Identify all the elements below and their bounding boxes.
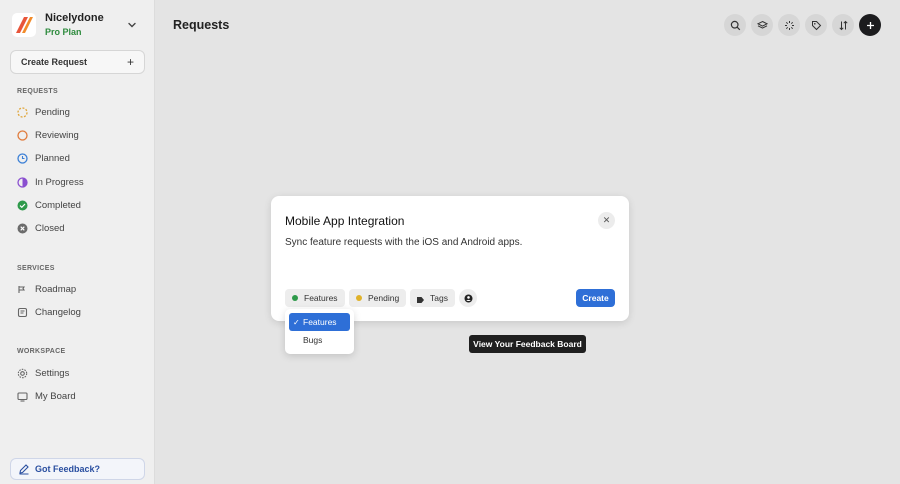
workspace-name: Nicelydone (45, 11, 104, 24)
pending-status-icon (17, 106, 28, 118)
sidebar-item-label: Reviewing (35, 129, 79, 141)
chevron-down-icon[interactable] (126, 18, 138, 30)
user-circle-icon (464, 294, 472, 302)
sidebar: Nicelydone Pro Plan Create Request + REQ… (0, 0, 155, 484)
page-title: Requests (173, 18, 230, 32)
search-button[interactable] (724, 14, 746, 36)
plus-icon: + (126, 55, 134, 69)
sidebar-item-planned[interactable]: Planned (10, 148, 145, 168)
sidebar-item-label: Completed (35, 199, 81, 211)
sidebar-item-label: My Board (35, 390, 76, 402)
plus-icon (866, 21, 874, 29)
layers-icon (756, 20, 768, 29)
loader-icon (784, 20, 794, 30)
board-dropdown-menu: ✓ Features Bugs (285, 309, 354, 354)
sidebar-item-reviewing[interactable]: Reviewing (10, 125, 145, 145)
sidebar-item-label: Changelog (35, 306, 81, 318)
modal-description[interactable]: Sync feature requests with the iOS and A… (285, 237, 522, 248)
sidebar-item-label: Pending (35, 106, 70, 118)
closed-status-icon (17, 223, 28, 234)
sidebar-item-in-progress[interactable]: In Progress (10, 172, 145, 192)
sidebar-item-settings[interactable]: Settings (10, 363, 145, 383)
status-chip-label: Pending (368, 293, 400, 303)
workspace-plan: Pro Plan (45, 26, 82, 37)
search-icon (730, 20, 740, 30)
sidebar-item-label: Planned (35, 152, 70, 164)
sidebar-item-changelog[interactable]: Changelog (10, 302, 145, 322)
tooltip: View Your Feedback Board (469, 335, 586, 353)
in-progress-status-icon (17, 176, 28, 188)
gear-icon (17, 368, 28, 379)
section-title-workspace: WORKSPACE (17, 348, 66, 355)
modal-title[interactable]: Mobile App Integration (285, 214, 404, 228)
theme-toggle-button[interactable] (778, 14, 800, 36)
avatar-select-button[interactable] (459, 289, 477, 307)
roadmap-icon (17, 284, 28, 295)
status-select-chip[interactable]: Pending (349, 289, 407, 307)
sidebar-item-my-board[interactable]: My Board (10, 386, 145, 406)
sidebar-item-pending[interactable]: Pending (10, 102, 145, 122)
tags-select-chip[interactable]: Tags (410, 289, 455, 307)
feedback-icon (18, 463, 30, 475)
got-feedback-label: Got Feedback? (35, 464, 101, 474)
got-feedback-button[interactable]: Got Feedback? (10, 458, 145, 480)
dropdown-option-features[interactable]: ✓ Features (289, 313, 350, 331)
sidebar-item-label: Closed (35, 222, 65, 234)
reviewing-status-icon (17, 129, 28, 141)
close-icon[interactable]: ✕ (598, 212, 615, 229)
sort-icon (838, 20, 848, 30)
features-dot-icon (292, 295, 298, 301)
create-button[interactable]: Create (576, 289, 615, 307)
workspace-logo (12, 13, 36, 37)
layers-button[interactable] (751, 14, 773, 36)
pending-dot-icon (356, 295, 362, 301)
tags-chip-label: Tags (430, 293, 448, 303)
tag-icon (417, 295, 424, 303)
section-title-requests: REQUESTS (17, 88, 58, 95)
create-request-modal: Mobile App Integration ✕ Sync feature re… (271, 196, 629, 321)
sidebar-item-label: Roadmap (35, 283, 77, 295)
sidebar-item-label: Settings (35, 367, 70, 379)
sidebar-item-completed[interactable]: Completed (10, 195, 145, 215)
sort-button[interactable] (832, 14, 854, 36)
workspace-switcher[interactable]: Nicelydone Pro Plan (12, 12, 142, 38)
dropdown-option-label: Features (303, 317, 337, 327)
check-icon: ✓ (293, 317, 300, 327)
create-request-label: Create Request (21, 57, 88, 67)
tag-icon (811, 20, 821, 30)
dropdown-option-label: Bugs (303, 335, 323, 345)
planned-status-icon (17, 152, 28, 164)
changelog-icon (17, 307, 28, 318)
sidebar-item-label: In Progress (35, 176, 84, 188)
create-request-button[interactable]: Create Request + (10, 50, 145, 74)
sidebar-item-closed[interactable]: Closed (10, 218, 145, 238)
board-icon (17, 391, 28, 402)
tags-button[interactable] (805, 14, 827, 36)
board-chip-label: Features (304, 293, 338, 303)
dropdown-option-bugs[interactable]: Bugs (289, 331, 350, 349)
board-select-chip[interactable]: Features (285, 289, 345, 307)
sidebar-item-roadmap[interactable]: Roadmap (10, 279, 145, 299)
completed-status-icon (17, 200, 28, 211)
new-request-button[interactable] (859, 14, 881, 36)
section-title-services: SERVICES (17, 265, 55, 272)
